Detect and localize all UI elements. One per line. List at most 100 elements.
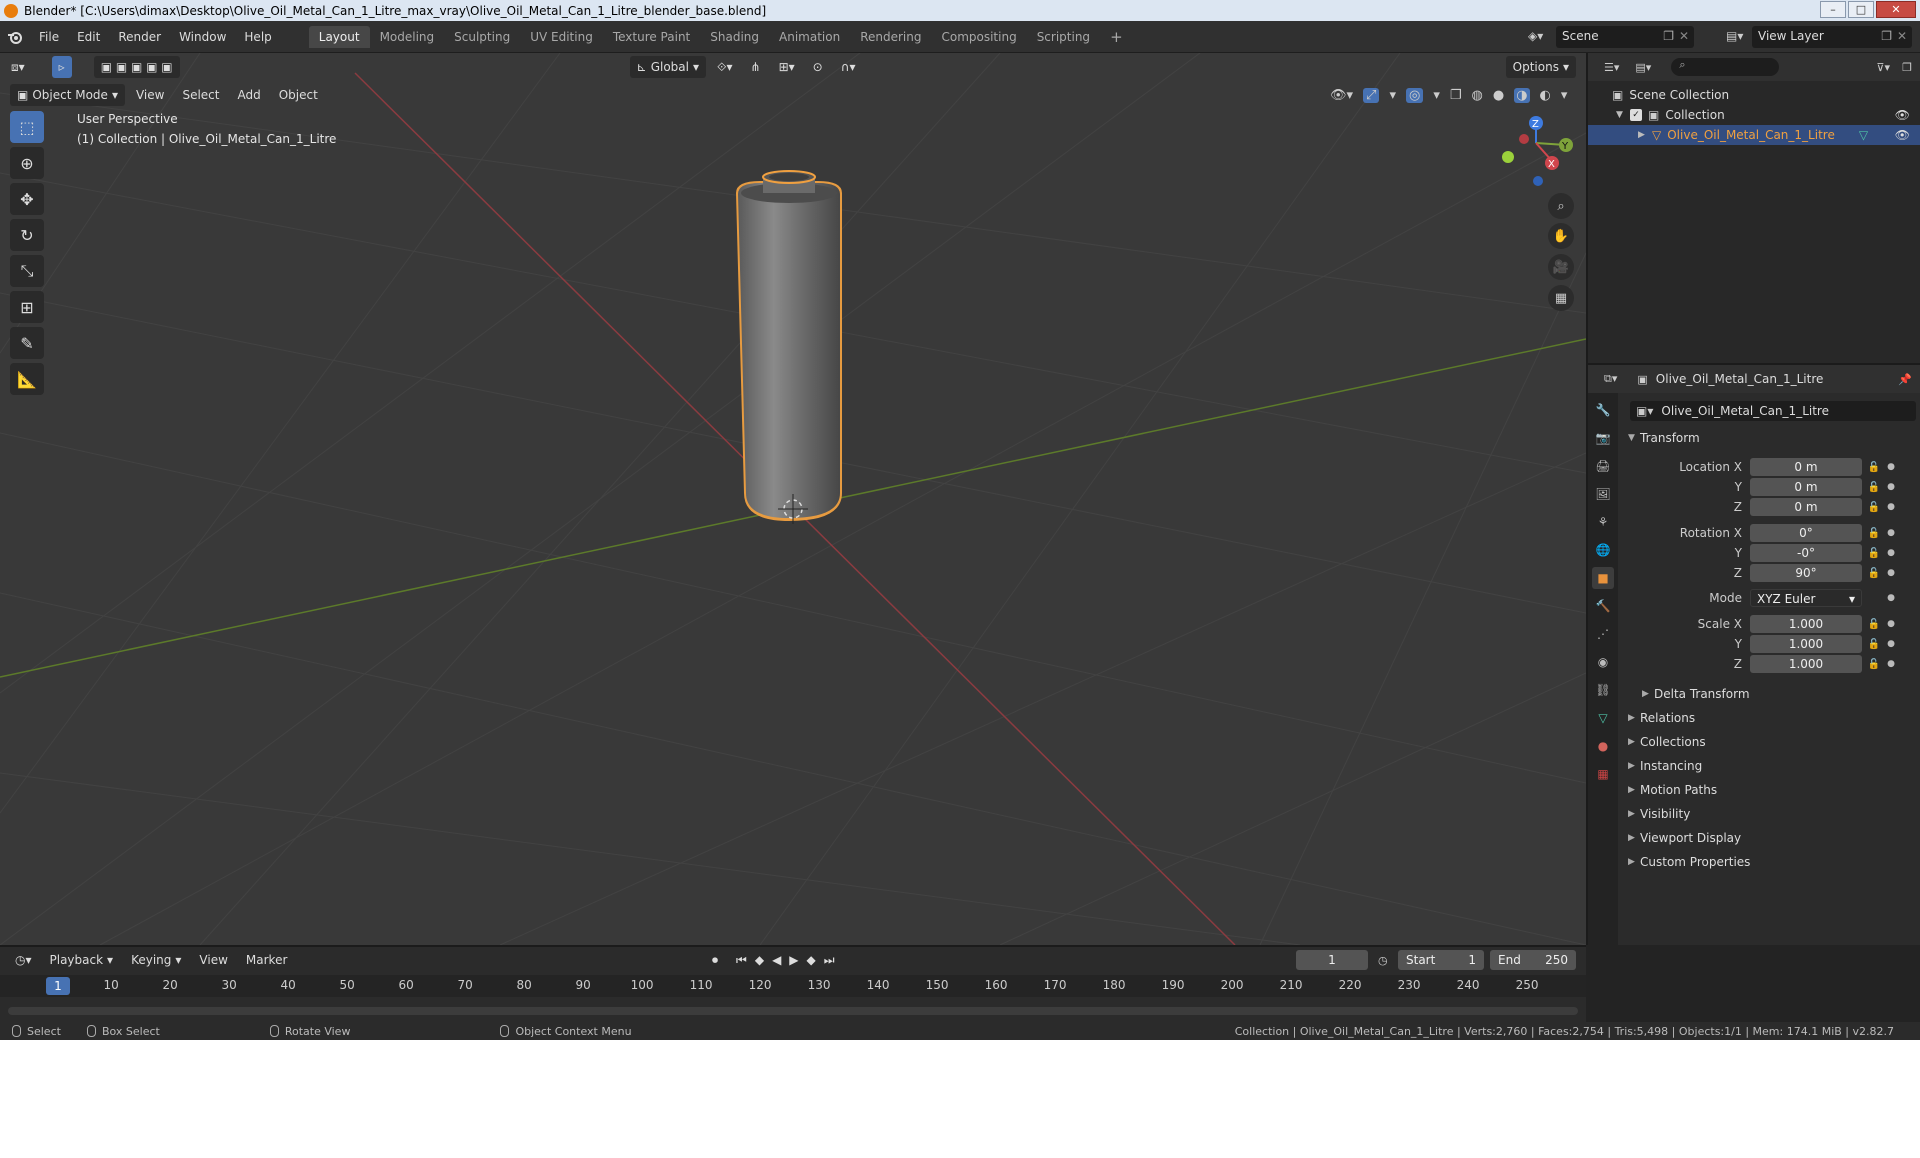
play-reverse-icon[interactable]: ◀ [772,953,781,968]
solid-shading-icon[interactable]: ● [1493,88,1504,103]
menu-add[interactable]: Add [230,84,267,106]
annotate-tool-icon[interactable]: ✎ [10,327,44,359]
location-x-field[interactable]: 0 m [1750,458,1862,476]
material-tab-icon[interactable]: ● [1592,735,1614,757]
keyframe-dot-icon[interactable]: ● [1886,482,1896,492]
keyframe-dot-icon[interactable]: ● [1886,659,1896,669]
prev-keyframe-icon[interactable]: ◆ [755,953,764,968]
view-layer-selector[interactable]: View Layer ❐ ✕ [1752,26,1912,48]
keyframe-dot-icon[interactable]: ● [1886,528,1896,538]
keyframe-dot-icon[interactable]: ● [1886,462,1896,472]
overlay-dropdown-icon[interactable]: ▾ [1433,88,1440,103]
rotate-tool-icon[interactable]: ↻ [10,219,44,251]
lock-icon[interactable]: 🔓 [1862,548,1886,559]
material-shading-icon[interactable]: ◑ [1514,87,1530,103]
menu-select[interactable]: Select [175,84,226,106]
editor-type-icon[interactable]: ⧈▾ [4,56,32,78]
move-tool-icon[interactable]: ✥ [10,183,44,215]
selection-mode-buttons[interactable]: ▣ ▣ ▣ ▣ ▣ [93,56,180,78]
current-frame-marker[interactable]: 1 [46,977,70,995]
scale-tool-icon[interactable]: ⤡ [10,255,44,287]
keyframe-dot-icon[interactable]: ● [1886,548,1896,558]
next-keyframe-icon[interactable]: ◆ [807,953,816,968]
physics-tab-icon[interactable]: ◉ [1592,651,1614,673]
gizmo-dropdown-icon[interactable]: ▾ [1389,88,1396,103]
timeline-editor-icon[interactable]: ◷▾ [8,949,39,971]
mesh-data-icon[interactable]: ▽ [1859,128,1868,142]
rendered-shading-icon[interactable]: ◐ [1540,88,1551,103]
section-transform[interactable]: ▼ Transform [1620,427,1920,449]
tab-animation[interactable]: Animation [769,26,850,48]
new-collection-icon[interactable]: ❐ [1902,61,1912,74]
eye-icon[interactable]: 👁 [1895,108,1910,122]
snap-target-icon[interactable]: ⊞▾ [772,56,802,78]
section-instancing[interactable]: ▶ Instancing [1620,755,1920,777]
menu-object[interactable]: Object [272,84,325,106]
blender-menu-icon[interactable] [0,29,30,45]
menu-edit[interactable]: Edit [68,30,109,44]
world-tab-icon[interactable]: 🌐 [1592,539,1614,561]
clock-icon[interactable]: ◷ [1378,954,1388,967]
menu-window[interactable]: Window [170,30,235,44]
section-visibility[interactable]: ▶ Visibility [1620,803,1920,825]
overlay-toggle-icon[interactable]: ◎ [1405,87,1424,103]
scene-icon[interactable]: ◈▾ [1528,29,1543,43]
menu-file[interactable]: File [30,30,68,44]
rotation-z-field[interactable]: 90° [1750,564,1862,582]
render-tab-icon[interactable]: 📷 [1592,427,1614,449]
select-box-tool-icon[interactable]: ⬚ [10,111,44,143]
object-tab-icon[interactable]: ■ [1592,567,1614,589]
add-workspace-button[interactable]: + [1100,24,1133,50]
filter-icon[interactable]: ⊽▾ [1876,61,1890,74]
measure-tool-icon[interactable]: 📐 [10,363,44,395]
delete-scene-icon[interactable]: ✕ [1679,29,1689,43]
texture-tab-icon[interactable]: ▦ [1592,763,1614,785]
outliner-search[interactable]: ⌕ [1671,58,1780,76]
menu-view[interactable]: View [129,84,171,106]
particles-tab-icon[interactable]: ⋰ [1592,623,1614,645]
current-frame-field[interactable]: 1 [1296,950,1368,970]
lock-icon[interactable]: 🔓 [1862,528,1886,539]
data-tab-icon[interactable]: ▽ [1592,707,1614,729]
menu-render[interactable]: Render [109,30,170,44]
expand-arrow-icon[interactable]: ▼ [1616,110,1630,120]
falloff-icon[interactable]: ∩▾ [834,56,863,78]
keyframe-dot-icon[interactable]: ● [1886,568,1896,578]
scale-z-field[interactable]: 1.000 [1750,655,1862,673]
outliner-scene-collection[interactable]: ▣ Scene Collection [1588,85,1920,105]
minimize-button[interactable]: – [1820,1,1846,18]
end-frame-field[interactable]: End 250 [1490,950,1576,970]
location-z-field[interactable]: 0 m [1750,498,1862,516]
scale-y-field[interactable]: 1.000 [1750,635,1862,653]
tab-compositing[interactable]: Compositing [931,26,1026,48]
play-icon[interactable]: ▶ [789,953,798,968]
keyframe-dot-icon[interactable]: ● [1886,639,1896,649]
menu-help[interactable]: Help [235,30,280,44]
section-delta-transform[interactable]: ▶ Delta Transform [1620,683,1920,705]
close-button[interactable]: ✕ [1876,1,1916,18]
options-dropdown[interactable]: Options ▾ [1505,56,1576,78]
section-custom-properties[interactable]: ▶ Custom Properties [1620,851,1920,873]
object-mode-dropdown[interactable]: ▣ Object Mode ▾ [10,84,125,106]
lock-icon[interactable]: 🔓 [1862,639,1886,650]
rotation-y-field[interactable]: -0° [1750,544,1862,562]
checkbox-icon[interactable]: ✓ [1630,109,1642,121]
cursor-tool-icon[interactable]: ⊕ [10,147,44,179]
menu-keying[interactable]: Keying ▾ [124,949,188,971]
keyframe-dot-icon[interactable]: ● [1886,593,1896,603]
start-frame-field[interactable]: Start 1 [1398,950,1484,970]
lock-icon[interactable]: 🔓 [1862,568,1886,579]
record-icon[interactable]: ⏺ [712,953,718,968]
tab-sculpting[interactable]: Sculpting [444,26,520,48]
expand-arrow-icon[interactable]: ▶ [1638,130,1652,140]
lock-icon[interactable]: 🔓 [1862,659,1886,670]
tab-layout[interactable]: Layout [308,25,370,48]
camera-view-icon[interactable]: 🎥 [1548,254,1574,280]
lock-icon[interactable]: 🔓 [1862,502,1886,513]
jump-start-icon[interactable]: ⏮ [736,953,747,968]
keyframe-dot-icon[interactable]: ● [1886,619,1896,629]
jump-end-icon[interactable]: ⏭ [824,953,835,968]
shading-dropdown-icon[interactable]: ▾ [1561,88,1568,103]
menu-playback[interactable]: Playback ▾ [43,949,121,971]
menu-timeline-view[interactable]: View [192,949,234,971]
